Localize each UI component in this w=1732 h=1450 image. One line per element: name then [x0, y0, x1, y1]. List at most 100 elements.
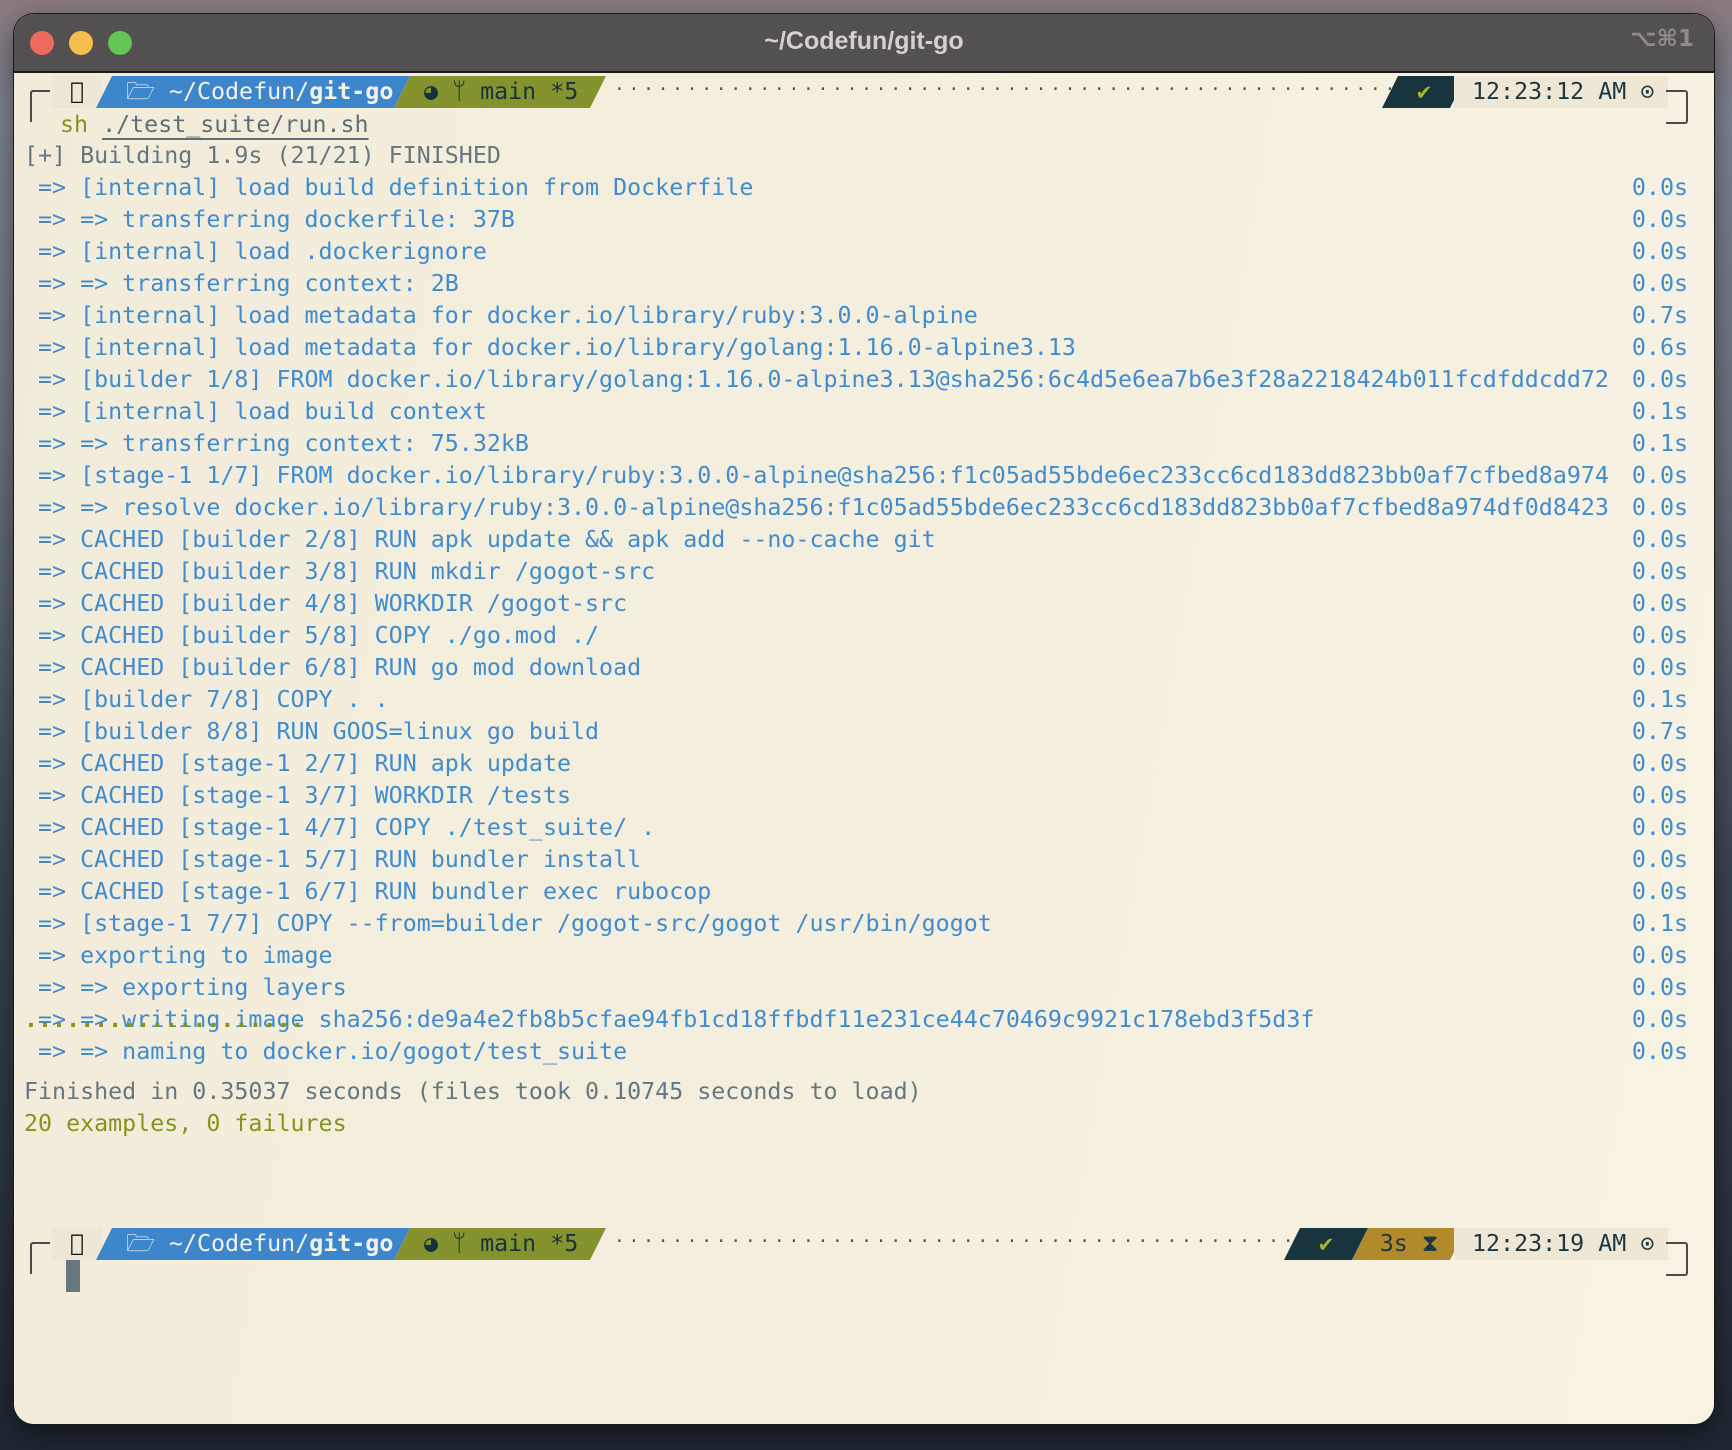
build-step-time: 0.0s	[1631, 174, 1688, 201]
build-step-text: => => transferring context: 75.32kB	[24, 430, 529, 457]
build-step-text: => [internal] load metadata for docker.i…	[24, 334, 1076, 361]
check-icon: ✔	[1416, 78, 1432, 105]
build-step-text: => [stage-1 7/7] COPY --from=builder /go…	[24, 910, 992, 937]
build-step-time: 0.7s	[1631, 302, 1688, 329]
build-step-text: => CACHED [stage-1 3/7] WORKDIR /tests	[24, 782, 572, 809]
duration-segment: 3s ⧗	[1352, 1228, 1466, 1260]
duration-value: 3s	[1379, 1230, 1408, 1257]
build-step-time: 0.0s	[1631, 814, 1688, 841]
dir-prefix: ~/Codefun/	[168, 1230, 310, 1257]
window-shortcut: ⌥⌘1	[1630, 26, 1694, 52]
build-step-text: => => transferring dockerfile: 37B	[24, 206, 515, 233]
build-step-time: 0.0s	[1631, 1038, 1688, 1065]
build-step-time: 0.0s	[1631, 590, 1688, 617]
prompt-bracket-right	[1666, 1242, 1688, 1276]
prompt-directory: 🗁 ~/Codefun/git-go	[96, 76, 410, 108]
github-icon: ◕	[424, 1230, 453, 1257]
prompt-git: ◕ ᛘ main *5	[394, 1228, 606, 1260]
git-branch: main *5	[480, 1230, 579, 1257]
prompt-top:  🗁 ~/Codefun/git-go ◕ ᛘ main *5 ·······…	[14, 76, 1714, 124]
build-step-text: => CACHED [stage-1 5/7] RUN bundler inst…	[24, 846, 642, 873]
build-step-time: 0.0s	[1631, 782, 1688, 809]
build-step-text: => CACHED [builder 5/8] COPY ./go.mod ./	[24, 622, 600, 649]
build-step-time: 0.1s	[1631, 430, 1688, 457]
clock-time: 12:23:19 AM	[1472, 1230, 1627, 1257]
build-step-time: 0.0s	[1631, 1006, 1688, 1033]
command-arg: ./test_suite/run.sh	[102, 111, 369, 138]
build-step-time: 0.0s	[1631, 462, 1688, 489]
terminal-window: ~/Codefun/git-go ⌥⌘1  🗁 ~/Codefun/git-g…	[14, 14, 1714, 1424]
build-step-text: => [internal] load metadata for docker.i…	[24, 302, 978, 329]
dir-prefix: ~/Codefun/	[168, 78, 310, 105]
finished-line: Finished in 0.35037 seconds (files took …	[24, 1078, 922, 1105]
build-step-time: 0.0s	[1631, 558, 1688, 585]
build-step-time: 0.0s	[1631, 206, 1688, 233]
terminal-content[interactable]:  🗁 ~/Codefun/git-go ◕ ᛘ main *5 ·······…	[14, 73, 1714, 1424]
dir-name: git-go	[309, 1230, 394, 1257]
build-step-text: => CACHED [builder 2/8] RUN apk update &…	[24, 526, 936, 553]
clock-icon: ⊙	[1626, 78, 1655, 105]
clock-time: 12:23:12 AM	[1472, 78, 1627, 105]
build-step-time: 0.1s	[1631, 686, 1688, 713]
build-step-time: 0.1s	[1631, 910, 1688, 937]
text-cursor	[66, 1260, 80, 1292]
build-step-time: 0.0s	[1631, 366, 1688, 393]
build-step-time: 0.0s	[1631, 942, 1688, 969]
build-header: [+] Building 1.9s (21/21) FINISHED	[24, 142, 501, 169]
build-step-text: => => resolve docker.io/library/ruby:3.0…	[24, 494, 1609, 521]
github-icon: ◕	[424, 78, 453, 105]
title-bar: ~/Codefun/git-go ⌥⌘1	[14, 14, 1714, 73]
build-step-text: => CACHED [builder 3/8] RUN mkdir /gogot…	[24, 558, 656, 585]
build-step-text: => [builder 7/8] COPY . .	[24, 686, 389, 713]
git-branch: main *5	[480, 78, 579, 105]
build-step-time: 0.0s	[1631, 494, 1688, 521]
build-step-text: => CACHED [builder 6/8] RUN go mod downl…	[24, 654, 642, 681]
build-step-text: => => exporting layers	[24, 974, 347, 1001]
hourglass-icon: ⧗	[1407, 1230, 1439, 1257]
window-title: ~/Codefun/git-go	[764, 27, 964, 55]
apple-icon: 	[52, 1228, 102, 1260]
build-step-text: => [builder 1/8] FROM docker.io/library/…	[24, 366, 1609, 393]
build-step-text: => => transferring context: 2B	[24, 270, 459, 297]
clock-segment: 12:23:12 AM ⊙	[1454, 76, 1668, 108]
build-step-text: => [internal] load build definition from…	[24, 174, 754, 201]
build-step-text: => exporting to image	[24, 942, 333, 969]
build-step-time: 0.0s	[1631, 270, 1688, 297]
git-branch-icon: ᛘ	[452, 78, 481, 105]
clock-icon: ⊙	[1626, 1230, 1655, 1257]
summary-line: 20 examples, 0 failures	[24, 1110, 347, 1137]
build-step-text: => CACHED [stage-1 4/7] COPY ./test_suit…	[24, 814, 656, 841]
command-line: sh ./test_suite/run.sh	[60, 109, 369, 141]
build-step-time: 0.6s	[1631, 334, 1688, 361]
build-step-time: 0.1s	[1631, 398, 1688, 425]
prompt-filler-dots: ········································…	[614, 1231, 1298, 1252]
build-step-time: 0.7s	[1631, 718, 1688, 745]
folder-icon: 🗁	[126, 78, 169, 105]
prompt-filler-dots: ········································…	[614, 79, 1396, 100]
prompt-bottom:  🗁 ~/Codefun/git-go ◕ ᛘ main *5 ·······…	[14, 1228, 1714, 1276]
build-step-time: 0.0s	[1631, 654, 1688, 681]
build-step-text: => [builder 8/8] RUN GOOS=linux go build	[24, 718, 600, 745]
build-step-text: => => naming to docker.io/gogot/test_sui…	[24, 1038, 628, 1065]
prompt-bracket-right	[1666, 90, 1688, 124]
build-step-time: 0.0s	[1631, 238, 1688, 265]
build-step-time: 0.0s	[1631, 622, 1688, 649]
build-step-text: => CACHED [stage-1 2/7] RUN apk update	[24, 750, 572, 777]
apple-icon: 	[52, 76, 102, 108]
prompt-bracket-left	[30, 1242, 50, 1274]
folder-icon: 🗁	[126, 1230, 169, 1257]
command-name: sh	[60, 111, 89, 138]
build-step-text: => [internal] load .dockerignore	[24, 238, 487, 265]
prompt-git: ◕ ᛘ main *5	[394, 76, 606, 108]
build-step-text: => CACHED [stage-1 6/7] RUN bundler exec…	[24, 878, 712, 905]
check-icon: ✔	[1318, 1230, 1334, 1257]
git-branch-icon: ᛘ	[452, 1230, 481, 1257]
clock-segment: 12:23:19 AM ⊙	[1454, 1228, 1668, 1260]
build-step-time: 0.0s	[1631, 878, 1688, 905]
dir-name: git-go	[309, 78, 394, 105]
build-step-text: => [internal] load build context	[24, 398, 487, 425]
build-step-time: 0.0s	[1631, 846, 1688, 873]
prompt-bracket-left	[30, 90, 50, 122]
prompt-directory: 🗁 ~/Codefun/git-go	[96, 1228, 410, 1260]
build-step-time: 0.0s	[1631, 526, 1688, 553]
